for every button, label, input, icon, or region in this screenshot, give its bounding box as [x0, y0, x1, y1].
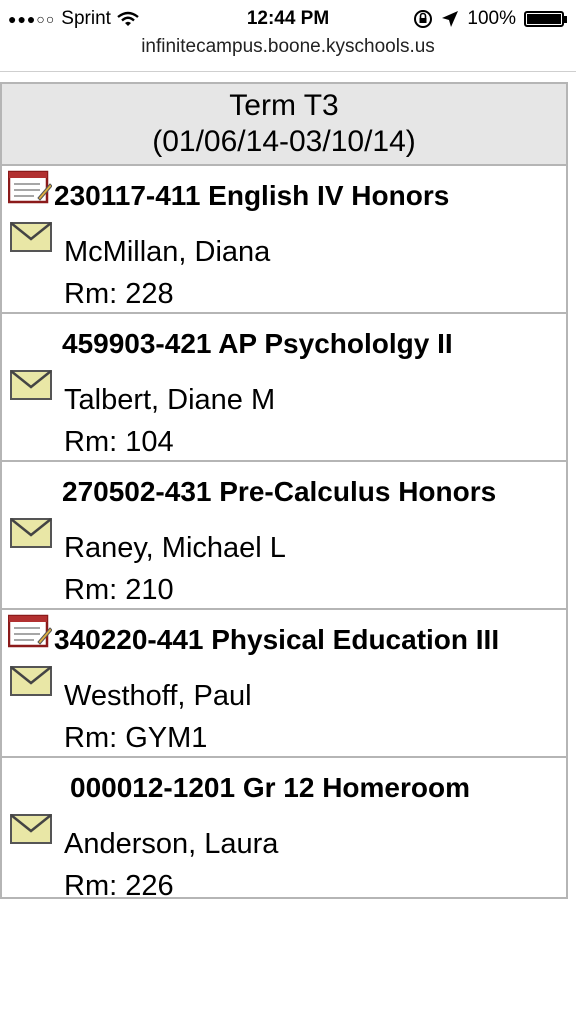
teacher-name[interactable]: Anderson, Laura — [64, 828, 278, 861]
battery-icon — [524, 11, 567, 27]
course-row: 230117-411 English IV Honors McMillan, D… — [2, 166, 566, 314]
teacher-name[interactable]: Talbert, Diane M — [64, 384, 275, 417]
room-number: Rm: 210 — [64, 574, 174, 606]
term-name: Term T3 — [229, 89, 339, 122]
mail-icon[interactable] — [10, 666, 52, 696]
course-row: 459903-421 AP Psychololgy II Talbert, Di… — [2, 314, 566, 462]
status-bar: ●●●○○ Sprint 12:44 PM 100% — [0, 0, 576, 38]
mail-icon[interactable] — [10, 814, 52, 844]
course-title[interactable]: 000012-1201 Gr 12 Homeroom — [70, 772, 470, 804]
battery-percent: 100% — [467, 8, 516, 29]
course-title[interactable]: 340220-441 Physical Education III — [54, 624, 499, 656]
teacher-name[interactable]: McMillan, Diana — [64, 236, 270, 269]
course-row: 270502-431 Pre-Calculus Honors Raney, Mi… — [2, 462, 566, 610]
notebook-icon[interactable] — [8, 168, 52, 206]
url-bar[interactable]: infinitecampus.boone.kyschools.us — [0, 36, 576, 58]
rotation-lock-icon — [414, 10, 433, 28]
term-header: Term T3 (01/06/14-03/10/14) — [2, 84, 566, 166]
term-dates: (01/06/14-03/10/14) — [152, 125, 416, 158]
teacher-name[interactable]: Westhoff, Paul — [64, 680, 252, 713]
divider — [0, 71, 576, 72]
room-number: Rm: 228 — [64, 278, 174, 310]
course-row: 340220-441 Physical Education III Westho… — [2, 610, 566, 758]
course-row: 000012-1201 Gr 12 Homeroom Anderson, Lau… — [2, 758, 566, 902]
room-number: Rm: 226 — [64, 870, 174, 902]
course-title[interactable]: 270502-431 Pre-Calculus Honors — [62, 476, 496, 508]
course-title[interactable]: 230117-411 English IV Honors — [54, 180, 449, 212]
schedule-table: Term T3 (01/06/14-03/10/14) 230117-411 E… — [0, 82, 568, 902]
mail-icon[interactable] — [10, 518, 52, 548]
notebook-icon[interactable] — [8, 612, 52, 650]
mail-icon[interactable] — [10, 370, 52, 400]
course-title[interactable]: 459903-421 AP Psychololgy II — [62, 328, 453, 360]
location-arrow-icon — [442, 11, 459, 27]
room-number: Rm: 104 — [64, 426, 174, 458]
teacher-name[interactable]: Raney, Michael L — [64, 532, 286, 565]
room-number: Rm: GYM1 — [64, 722, 208, 754]
mail-icon[interactable] — [10, 222, 52, 252]
status-right: 100% — [413, 8, 567, 30]
